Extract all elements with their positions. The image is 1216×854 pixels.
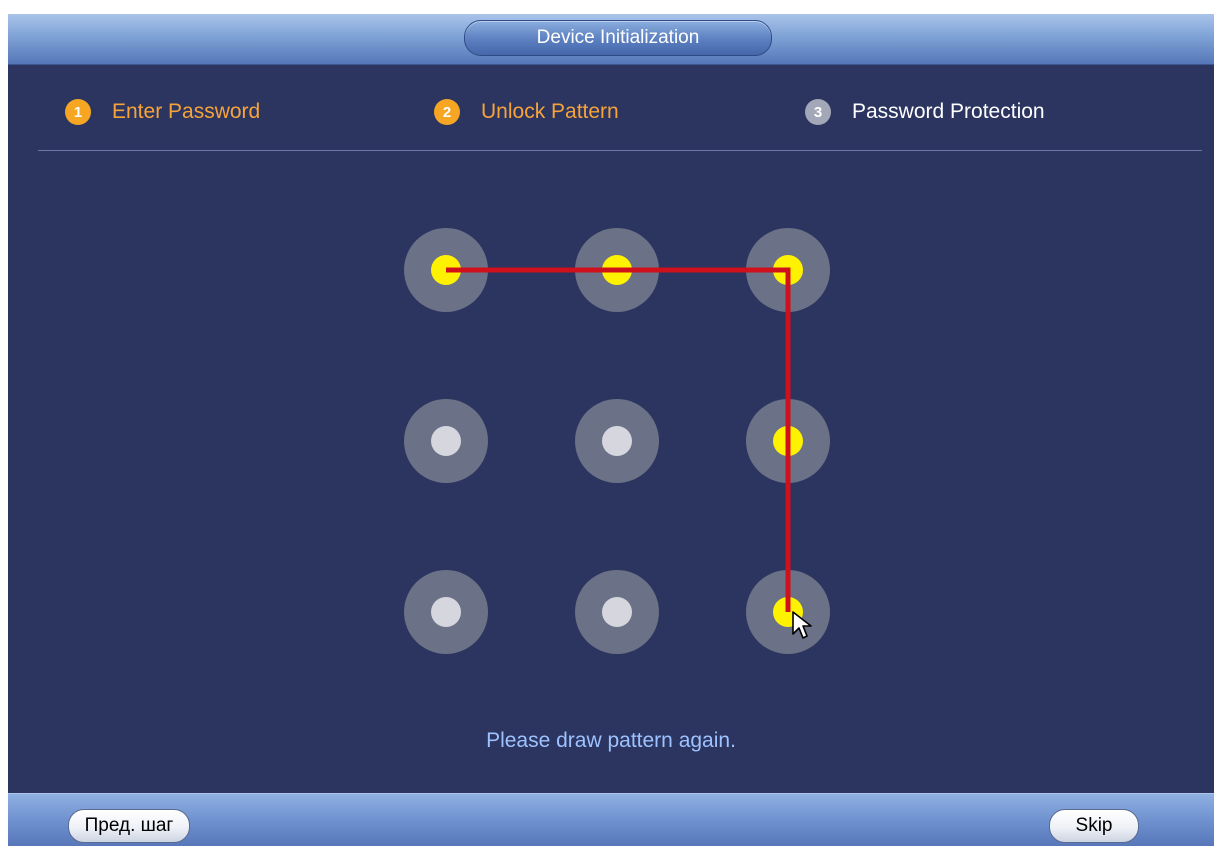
status-message: Please draw pattern again. bbox=[486, 729, 736, 752]
pattern-dot-7[interactable] bbox=[404, 570, 488, 654]
pattern-dot-unselected bbox=[431, 597, 461, 627]
previous-step-button[interactable]: Пред. шаг bbox=[68, 809, 190, 843]
pattern-dot-unselected bbox=[602, 597, 632, 627]
pattern-dot-unselected bbox=[431, 426, 461, 456]
footer-bar: Пред. шаг Skip bbox=[8, 793, 1214, 846]
device-init-window: Device Initialization 1 Enter Password 2… bbox=[8, 14, 1214, 846]
pattern-dot-4[interactable] bbox=[404, 399, 488, 483]
pattern-dot-5[interactable] bbox=[575, 399, 659, 483]
mouse-pointer-icon bbox=[792, 611, 812, 639]
skip-button[interactable]: Skip bbox=[1049, 809, 1139, 843]
pattern-dot-unselected bbox=[602, 426, 632, 456]
unlock-pattern-grid[interactable] bbox=[8, 14, 1214, 714]
pattern-dot-8[interactable] bbox=[575, 570, 659, 654]
